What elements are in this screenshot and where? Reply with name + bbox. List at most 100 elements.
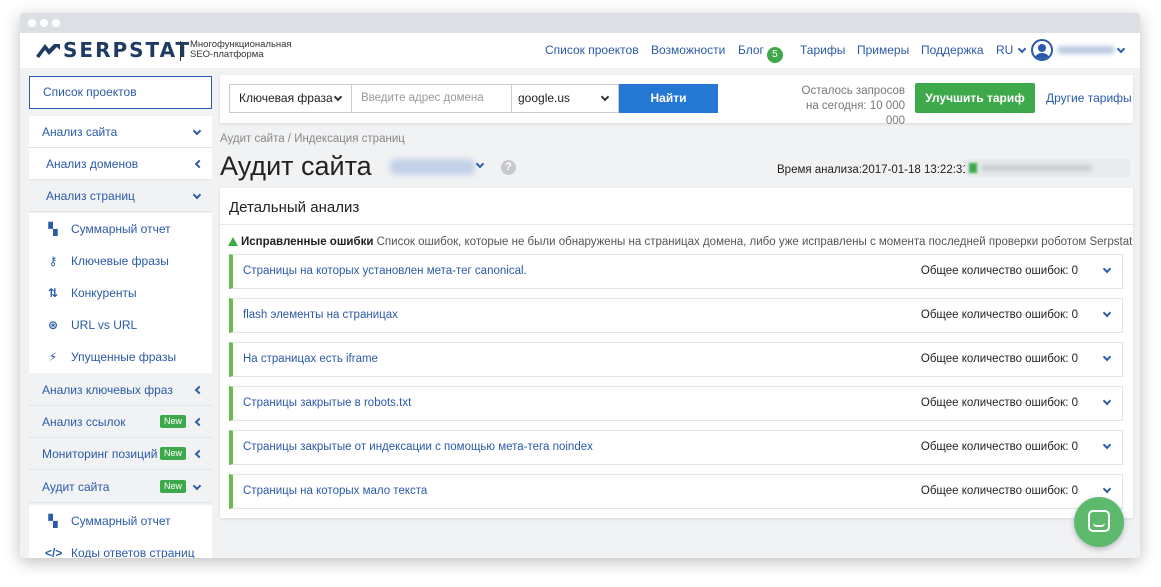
error-name[interactable]: Страницы закрытые в robots.txt <box>243 397 411 409</box>
chevron-down-icon <box>1017 44 1026 54</box>
panel-divider <box>220 224 1133 225</box>
nav-projects-list[interactable]: Список проектов <box>545 43 639 57</box>
browser-window: SERPSTAT Многофункциональная SEO-платфор… <box>20 13 1140 558</box>
error-name[interactable]: Страницы на которых установлен мета-тег … <box>243 265 527 277</box>
analysis-time: Время анализа:2017-01-18 13:22:31 <box>777 164 969 176</box>
sidebar-item-missed-phrases[interactable]: ⚡ Упущенные фразы <box>29 341 212 373</box>
search-bar: Ключевая фраза Введите адрес домена goog… <box>220 75 1133 127</box>
chevron-left-icon <box>194 417 204 427</box>
sidebar-item-label: Анализ ключевых фраз <box>42 383 173 397</box>
search-type-select[interactable]: Ключевая фраза <box>229 84 352 113</box>
upgrade-tariff-button[interactable]: Улучшить тариф <box>915 83 1035 113</box>
window-dot-maximize[interactable] <box>52 19 60 27</box>
chevron-down-icon <box>192 481 202 491</box>
sidebar-item-label: Анализ ссылок <box>42 415 126 429</box>
chevron-down-icon <box>192 126 202 136</box>
domain-name-blurred[interactable] <box>390 159 475 175</box>
page-title: Аудит сайта <box>220 151 372 181</box>
search-engine-select[interactable]: google.us <box>511 84 619 113</box>
new-badge: New <box>159 447 186 460</box>
error-count: Общее количество ошибок: 0 <box>920 397 1078 409</box>
error-name[interactable]: Страницы закрытые от индексации с помощь… <box>243 441 593 453</box>
sidebar-item-site-audit[interactable]: Аудит сайта New <box>29 471 212 503</box>
nav-tariffs[interactable]: Тарифы <box>800 43 845 57</box>
other-tariffs-link[interactable]: Другие тарифы <box>1046 91 1132 105</box>
error-name[interactable]: Страницы на которых мало текста <box>243 485 427 497</box>
nav-support[interactable]: Поддержка <box>921 43 984 57</box>
error-row[interactable]: На страницах есть iframe Общее количеств… <box>229 342 1123 377</box>
sidebar-item-label: Мониторинг позиций <box>42 447 158 461</box>
chevron-down-icon <box>333 92 343 102</box>
nav-blog-label: Блог <box>738 43 764 57</box>
sidebar-item-competitors[interactable]: ⇅ Конкуренты <box>29 277 212 309</box>
chevron-down-icon[interactable] <box>1102 352 1112 362</box>
sidebar-item-label: Анализ доменов <box>46 157 139 171</box>
sidebar-item-site-analysis[interactable]: Анализ сайта <box>29 116 212 148</box>
chat-widget-icon[interactable] <box>1074 497 1124 547</box>
nav-examples[interactable]: Примеры <box>857 43 909 57</box>
sidebar-item-label: Суммарный отчет <box>71 222 171 236</box>
error-row[interactable]: Страницы закрытые в robots.txt Общее кол… <box>229 386 1123 421</box>
chevron-down-icon[interactable] <box>1102 308 1112 318</box>
sidebar-item-label: Аудит сайта <box>42 480 110 494</box>
panel-title: Детальный анализ <box>229 199 360 216</box>
sidebar-item-label: Анализ сайта <box>42 125 118 139</box>
error-row[interactable]: Страницы на которых установлен мета-тег … <box>229 254 1123 289</box>
sidebar-item-label: Коды ответов страниц <box>71 546 195 558</box>
sidebar-item-page-analysis[interactable]: Анализ страниц <box>29 180 212 212</box>
user-name-blurred[interactable] <box>1057 46 1115 54</box>
error-row[interactable]: Страницы на которых мало текста Общее ко… <box>229 474 1123 509</box>
chevron-down-icon[interactable] <box>1102 396 1112 406</box>
serpstat-logo[interactable]: SERPSTAT <box>36 38 191 62</box>
summary-report-icon: ▚ <box>48 222 58 236</box>
domain-input[interactable]: Введите адрес домена <box>352 84 512 113</box>
error-row[interactable]: Страницы закрытые от индексации с помощь… <box>229 430 1123 465</box>
logo-arrow-icon <box>36 44 60 58</box>
error-count: Общее количество ошибок: 0 <box>920 485 1078 497</box>
chevron-down-icon[interactable] <box>1116 44 1126 54</box>
chevron-down-icon[interactable] <box>1102 484 1112 494</box>
error-name[interactable]: На страницах есть iframe <box>243 353 378 365</box>
chevron-down-icon <box>192 190 202 200</box>
sidebar-item-label: URL vs URL <box>71 318 138 332</box>
chevron-down-icon[interactable] <box>1102 264 1112 274</box>
find-button[interactable]: Найти <box>619 84 718 113</box>
key-icon: ⚷ <box>48 254 58 268</box>
compare-icon: ⊛ <box>47 318 59 332</box>
error-name[interactable]: flash элементы на страницах <box>243 309 398 321</box>
sidebar: Список проектов Анализ сайта Анализ доме… <box>20 68 220 558</box>
help-icon[interactable]: ? <box>501 160 516 175</box>
sidebar-item-keyword-analysis[interactable]: Анализ ключевых фраз <box>29 374 212 406</box>
logo-separator <box>180 41 181 61</box>
sidebar-item-domain-analysis[interactable]: Анализ доменов <box>29 148 212 180</box>
sidebar-item-keywords[interactable]: ⚷ Ключевые фразы <box>29 245 212 277</box>
language-selector[interactable]: RU <box>996 43 1026 57</box>
breadcrumb[interactable]: Аудит сайта / Индексация страниц <box>220 133 405 145</box>
search-engine-value: google.us <box>518 91 571 105</box>
warning-triangle-icon <box>228 237 238 246</box>
sidebar-item-label: Суммарный отчет <box>71 514 171 528</box>
error-count: Общее количество ошибок: 0 <box>920 309 1078 321</box>
chevron-down-icon[interactable] <box>475 159 485 169</box>
sidebar-item-audit-summary-report[interactable]: ▚ Суммарный отчет <box>29 505 212 537</box>
logo-tagline: Многофункциональная SEO-платформа <box>190 40 292 60</box>
sidebar-item-link-analysis[interactable]: Анализ ссылок New <box>29 406 212 438</box>
sidebar-item-label: Ключевые фразы <box>71 254 169 268</box>
user-avatar-icon[interactable] <box>1031 39 1053 61</box>
error-row[interactable]: flash элементы на страницах Общее количе… <box>229 298 1123 333</box>
nav-features[interactable]: Возможности <box>651 43 725 57</box>
window-dot-minimize[interactable] <box>40 19 48 27</box>
sidebar-item-summary-report[interactable]: ▚ Суммарный отчет <box>29 213 212 245</box>
logo-tagline-line-2: SEO-платформа <box>190 49 264 60</box>
sidebar-item-url-vs-url[interactable]: ⊛ URL vs URL <box>29 309 212 341</box>
sidebar-item-position-monitoring[interactable]: Мониторинг позиций New <box>29 438 212 470</box>
nav-blog[interactable]: Блог 5 <box>738 43 783 63</box>
sidebar-item-response-codes[interactable]: </> Коды ответов страниц <box>29 537 212 558</box>
notice-text: Список ошибок, которые не были обнаружен… <box>373 236 1133 248</box>
language-label: RU <box>996 43 1014 57</box>
window-dot-close[interactable] <box>28 19 36 27</box>
chevron-down-icon[interactable] <box>1102 440 1112 450</box>
url-select-blurred[interactable] <box>965 159 1130 177</box>
fixed-errors-notice: Исправленные ошибки Список ошибок, котор… <box>228 236 1132 248</box>
projects-list-button[interactable]: Список проектов <box>29 76 212 109</box>
